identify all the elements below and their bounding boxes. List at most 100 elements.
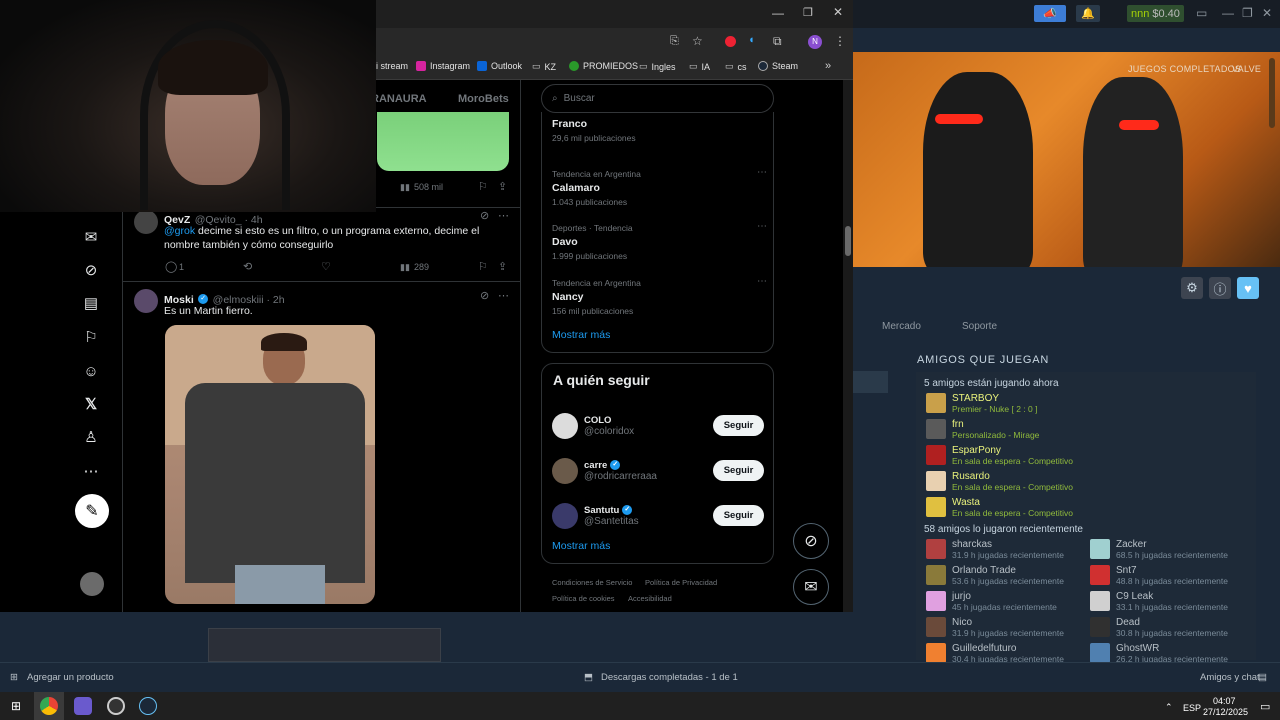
window-preview-thumbnail[interactable]	[208, 628, 441, 662]
app-icon[interactable]	[74, 697, 92, 715]
clock-time[interactable]: 04:07	[1213, 696, 1236, 706]
avatar[interactable]	[80, 572, 104, 596]
avatar[interactable]	[552, 412, 578, 439]
hero-tag-achievements[interactable]: JUEGOS COMPLETADOS	[1128, 64, 1241, 74]
lists-icon[interactable]: ▤	[80, 292, 102, 314]
extension-audio-icon[interactable]: ◖	[748, 34, 755, 46]
grok-icon[interactable]: ⊘	[480, 289, 489, 302]
tray-chevron-icon[interactable]: ⌃	[1165, 702, 1173, 713]
tweet-photo[interactable]	[165, 325, 375, 604]
avatar[interactable]	[926, 419, 946, 439]
who-show-more-link[interactable]: Mostrar más	[552, 540, 610, 552]
bookmark-promiedos[interactable]: PROMIEDOS	[569, 61, 638, 71]
friend-row[interactable]: jurjo 45 h jugadas recientemente	[926, 591, 1086, 613]
bookmarks-icon[interactable]: ⚐	[80, 326, 102, 348]
footer-accessibility-link[interactable]: Accesibilidad	[628, 594, 672, 603]
avatar[interactable]	[926, 445, 946, 465]
profile-avatar[interactable]: N	[808, 35, 822, 49]
follow-suggestion[interactable]: Santutu ✓ @Santetitas Seguir	[552, 493, 764, 538]
friend-row[interactable]: frn Personalizado - Mirage	[926, 419, 1226, 441]
close-icon[interactable]: ✕	[833, 5, 843, 19]
suggestion-handle[interactable]: @coloridox	[584, 426, 634, 437]
friend-row[interactable]: C9 Leak 33.1 h jugadas recientemente	[1090, 591, 1250, 613]
friend-row[interactable]: Nico 31.9 h jugadas recientemente	[926, 617, 1086, 639]
bookmark-kz[interactable]: ▭ KZ	[532, 61, 556, 72]
messages-envelope-icon[interactable]: ✉	[80, 226, 102, 248]
friend-row[interactable]: Zacker 68.5 h jugadas recientemente	[1090, 539, 1250, 561]
more-dots-icon[interactable]: ⋯	[757, 276, 767, 287]
share-icon[interactable]: ⇪	[498, 260, 507, 273]
friends-chat-button[interactable]: Amigos y chat	[1200, 672, 1260, 683]
avatar[interactable]	[926, 565, 946, 585]
bookmark-stream[interactable]: i stream	[376, 61, 408, 71]
avatar[interactable]	[926, 497, 946, 517]
avatar[interactable]	[552, 502, 578, 529]
notifications-icon[interactable]: ▭	[1260, 700, 1270, 713]
extensions-puzzle-icon[interactable]: ⧉	[773, 34, 782, 49]
minimize-icon[interactable]: —	[772, 6, 784, 20]
friend-row[interactable]: STARBOY Premier - Nuke [ 2 : 0 ]	[926, 393, 1226, 415]
bookmark-ingles[interactable]: ▭ Ingles	[639, 61, 676, 72]
like-icon[interactable]: ♡	[321, 260, 331, 273]
bookmark-icon[interactable]: ⚐	[478, 180, 488, 193]
info-icon[interactable]: ⓘ	[1209, 277, 1231, 299]
tab-ranaura[interactable]: RANAURA	[371, 93, 427, 105]
avatar[interactable]	[926, 471, 946, 491]
footer-privacy-link[interactable]: Política de Privacidad	[645, 578, 717, 587]
footer-cookies-link[interactable]: Política de cookies	[552, 594, 615, 603]
communities-icon[interactable]: ☺	[80, 360, 102, 382]
bookmark-star-icon[interactable]: ☆	[692, 34, 703, 48]
bookmark-outlook[interactable]: Outlook	[477, 61, 522, 71]
minimize-icon[interactable]: —	[1222, 6, 1234, 20]
hero-scrollbar[interactable]	[1269, 58, 1275, 128]
views-icon[interactable]: ▮▮	[400, 182, 410, 193]
avatar[interactable]	[926, 643, 946, 663]
clock-date[interactable]: 27/12/2025	[1203, 707, 1248, 717]
nav-market[interactable]: Mercado	[882, 321, 921, 332]
more-circle-icon[interactable]: ⋯	[80, 460, 102, 482]
suggestion-name[interactable]: COLO	[584, 415, 634, 426]
monitor-icon[interactable]: ▭	[1196, 6, 1207, 20]
more-dots-icon[interactable]: ⋯	[498, 289, 509, 302]
suggestion-handle[interactable]: @rodricarreraaa	[584, 471, 657, 482]
views-icon[interactable]: ▮▮	[400, 262, 410, 273]
avatar[interactable]	[926, 393, 946, 413]
avatar[interactable]	[926, 617, 946, 637]
suggestion-name[interactable]: carre ✓	[584, 460, 657, 471]
obs-icon[interactable]	[107, 697, 125, 715]
trend-item[interactable]: Deportes · Tendencia Davo 1.999 publicacio…	[552, 221, 767, 278]
gear-icon[interactable]: ⚙	[1181, 277, 1203, 299]
compose-post-button[interactable]: ✎	[75, 494, 109, 528]
suggestion-handle[interactable]: @Santetitas	[584, 516, 639, 527]
reply-icon[interactable]: ◯	[165, 260, 177, 273]
suggestion-name[interactable]: Santutu ✓	[584, 505, 639, 516]
close-icon[interactable]: ✕	[1262, 6, 1272, 20]
friend-row[interactable]: EsparPony En sala de espera - Competitivo	[926, 445, 1226, 467]
avatar[interactable]	[552, 457, 578, 484]
follow-suggestion[interactable]: COLO @coloridox Seguir	[552, 403, 764, 448]
favorite-heart-icon[interactable]: ♥	[1237, 277, 1259, 299]
messages-float-button[interactable]: ✉	[793, 569, 829, 605]
friend-row[interactable]: sharckas 31.9 h jugadas recientemente	[926, 539, 1086, 561]
follow-suggestion[interactable]: carre ✓ @rodricarreraaa Seguir	[552, 448, 764, 493]
downloads-status[interactable]: Descargas completadas - 1 de 1	[601, 672, 738, 683]
more-dots-icon[interactable]: ⋯	[757, 221, 767, 232]
bookmark-steam[interactable]: Steam	[758, 61, 798, 71]
menu-dots-icon[interactable]: ⋮	[834, 34, 846, 48]
trend-item[interactable]: Tendencia en Argentina Nancy 156 mil publi…	[552, 276, 767, 333]
plus-icon[interactable]: ⊞	[10, 672, 18, 683]
avatar[interactable]	[926, 539, 946, 559]
avatar[interactable]	[1090, 643, 1110, 663]
more-dots-icon[interactable]: ⋯	[757, 167, 767, 178]
profile-icon[interactable]: ♙	[80, 426, 102, 448]
friend-row[interactable]: Dead 30.8 h jugadas recientemente	[1090, 617, 1250, 639]
install-app-icon[interactable]: ⎘	[670, 35, 679, 48]
chrome-icon[interactable]	[40, 697, 58, 715]
bookmark-instagram[interactable]: Instagram	[416, 61, 470, 71]
footer-terms-link[interactable]: Condiciones de Servicio	[552, 578, 632, 587]
avatar[interactable]	[926, 591, 946, 611]
language-indicator[interactable]: ESP	[1183, 703, 1201, 713]
search-input[interactable]: ⌕ Buscar	[541, 84, 774, 113]
friend-row[interactable]: Wasta En sala de espera - Competitivo	[926, 497, 1226, 519]
add-product-link[interactable]: Agregar un producto	[27, 672, 114, 683]
